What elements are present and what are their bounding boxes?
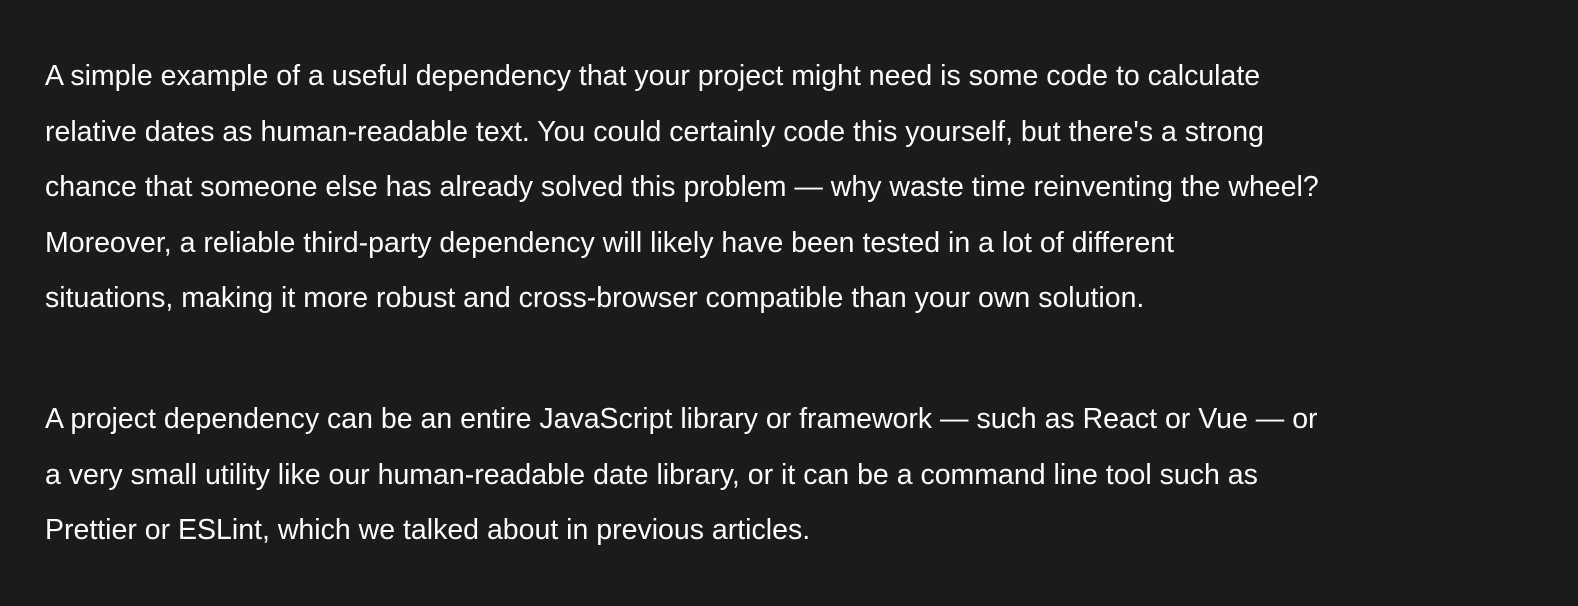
paragraph-line: a very small utility like our human-read… [45, 458, 1258, 491]
paragraph-line: relative dates as human-readable text. Y… [45, 115, 1264, 148]
article-body: A simple example of a useful dependency … [45, 49, 1575, 559]
paragraph-line: situations, making it more robust and cr… [45, 282, 1145, 315]
paragraph-line: Moreover, a reliable third-party depende… [45, 226, 1175, 259]
paragraph-line: A project dependency can be an entire Ja… [45, 402, 1318, 435]
paragraph-dependency-example: A simple example of a useful dependency … [45, 49, 1575, 327]
paragraph-line: Prettier or ESLint, which we talked abou… [45, 514, 811, 547]
paragraph-line: chance that someone else has already sol… [45, 171, 1319, 204]
paragraph-dependency-types: A project dependency can be an entire Ja… [45, 392, 1575, 559]
paragraph-line: A simple example of a useful dependency … [45, 60, 1261, 92]
